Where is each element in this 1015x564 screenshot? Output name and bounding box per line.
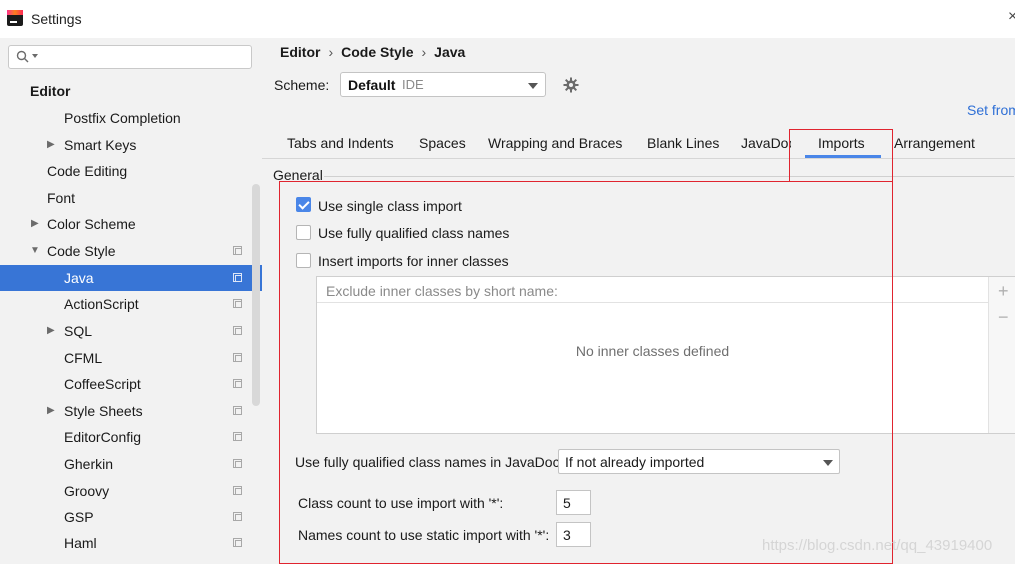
sidebar-item-label: Code Style bbox=[47, 243, 116, 259]
general-settings-highlight-box bbox=[279, 181, 893, 564]
project-scope-icon bbox=[233, 486, 242, 495]
scheme-dropdown[interactable]: Default IDE bbox=[340, 72, 546, 97]
sidebar-item-label: Haml bbox=[64, 535, 97, 551]
scheme-ide-tag: IDE bbox=[402, 77, 424, 92]
sidebar-item-gsp[interactable]: GSP bbox=[0, 504, 262, 530]
sidebar-item-label: CFML bbox=[64, 350, 103, 366]
sidebar-item-coffeescript[interactable]: CoffeeScript bbox=[0, 371, 262, 397]
project-scope-icon bbox=[233, 406, 242, 415]
sidebar-scrollbar[interactable] bbox=[252, 184, 260, 406]
sidebar-item-cfml[interactable]: CFML bbox=[0, 345, 262, 371]
tab-spaces[interactable]: Spaces bbox=[419, 135, 466, 151]
scheme-value: Default bbox=[348, 77, 396, 93]
settings-search-input[interactable] bbox=[8, 45, 252, 69]
close-icon[interactable]: × bbox=[1008, 8, 1015, 26]
breadcrumb-item: Java bbox=[434, 44, 466, 60]
sidebar-item-label: Color Scheme bbox=[47, 216, 136, 232]
breadcrumb-item: Editor bbox=[280, 44, 321, 60]
sidebar-item-label: CoffeeScript bbox=[64, 376, 141, 392]
search-options-chevron-icon[interactable] bbox=[32, 54, 38, 58]
project-scope-icon bbox=[233, 246, 242, 255]
sidebar-item-editor[interactable]: Editor bbox=[0, 78, 262, 104]
sidebar-item-label: GSP bbox=[64, 509, 94, 525]
chevron-down-icon bbox=[528, 83, 538, 89]
tab-javadoc[interactable]: JavaDoc bbox=[741, 135, 791, 151]
set-from-link[interactable]: Set from... bbox=[967, 102, 1015, 118]
sidebar-item-label: Gherkin bbox=[64, 456, 114, 472]
project-scope-icon bbox=[233, 538, 242, 547]
sidebar-item-gherkin[interactable]: Gherkin bbox=[0, 451, 262, 477]
chevron-right-icon[interactable]: ▶ bbox=[47, 318, 55, 344]
sidebar-item-editorconfig[interactable]: EditorConfig bbox=[0, 424, 262, 450]
sidebar-item-smart-keys[interactable]: ▶ Smart Keys bbox=[0, 132, 262, 158]
scheme-label: Scheme: bbox=[274, 77, 330, 93]
project-scope-icon bbox=[233, 459, 242, 468]
project-scope-icon bbox=[233, 299, 242, 308]
sidebar-item-label: Style Sheets bbox=[64, 403, 143, 419]
title-bar: Settings × bbox=[0, 0, 1015, 39]
sidebar-item-label: Postfix Completion bbox=[64, 110, 181, 126]
tab-blank-lines[interactable]: Blank Lines bbox=[647, 135, 719, 151]
project-scope-icon bbox=[233, 326, 242, 335]
sidebar-item-label: Groovy bbox=[64, 483, 110, 499]
sidebar-item-java[interactable]: Java bbox=[0, 265, 262, 291]
breadcrumb-separator: › bbox=[328, 44, 334, 60]
sidebar-item-label: EditorConfig bbox=[64, 429, 142, 445]
breadcrumb: Editor › Code Style › Java bbox=[280, 44, 471, 60]
chevron-down-icon[interactable]: ▼ bbox=[30, 238, 40, 264]
project-scope-icon bbox=[233, 512, 242, 521]
sidebar-item-label: SQL bbox=[64, 323, 93, 339]
breadcrumb-separator: › bbox=[421, 44, 427, 60]
sidebar-item-groovy[interactable]: Groovy bbox=[0, 478, 262, 504]
chevron-right-icon[interactable]: ▶ bbox=[47, 398, 55, 424]
sidebar-item-haml[interactable]: Haml bbox=[0, 530, 262, 556]
project-scope-icon bbox=[233, 379, 242, 388]
project-scope-icon bbox=[233, 432, 242, 441]
gear-icon[interactable] bbox=[563, 77, 579, 93]
sidebar-item-postfix-completion[interactable]: Postfix Completion bbox=[0, 105, 262, 131]
sidebar-item-sql[interactable]: ▶ SQL bbox=[0, 318, 262, 344]
sidebar-item-label: Java bbox=[64, 270, 94, 286]
tab-tabs-and-indents[interactable]: Tabs and Indents bbox=[287, 135, 394, 151]
sidebar-item-label: Editor bbox=[30, 83, 71, 99]
intellij-app-icon bbox=[7, 10, 23, 26]
sidebar-item-label: Smart Keys bbox=[64, 137, 137, 153]
sidebar-item-style-sheets[interactable]: ▶ Style Sheets bbox=[0, 398, 262, 424]
remove-icon[interactable]: − bbox=[998, 307, 1009, 328]
search-icon bbox=[16, 50, 29, 63]
window-title: Settings bbox=[31, 11, 82, 27]
breadcrumb-item: Code Style bbox=[341, 44, 414, 60]
section-divider bbox=[324, 176, 1014, 177]
chevron-right-icon[interactable]: ▶ bbox=[31, 211, 39, 237]
sidebar-item-code-editing[interactable]: Code Editing bbox=[0, 158, 262, 184]
tab-arrangement[interactable]: Arrangement bbox=[894, 135, 975, 151]
project-scope-icon bbox=[233, 353, 242, 362]
sidebar-item-label: Code Editing bbox=[47, 163, 128, 179]
add-icon[interactable]: + bbox=[998, 281, 1009, 302]
list-toolbar: + − bbox=[988, 277, 1015, 433]
project-scope-icon bbox=[233, 273, 242, 282]
sidebar-item-actionscript[interactable]: ActionScript bbox=[0, 291, 262, 317]
sidebar-item-label: ActionScript bbox=[64, 296, 139, 312]
sidebar-item-color-scheme[interactable]: ▶ Color Scheme bbox=[0, 211, 262, 237]
sidebar-item-code-style[interactable]: ▼ Code Style bbox=[0, 238, 262, 264]
code-style-tabs: Tabs and Indents Spaces Wrapping and Bra… bbox=[262, 130, 1015, 158]
sidebar-item-label: Font bbox=[47, 190, 76, 206]
chevron-right-icon[interactable]: ▶ bbox=[47, 132, 55, 158]
tabs-divider bbox=[262, 158, 1015, 159]
tab-wrapping-and-braces[interactable]: Wrapping and Braces bbox=[488, 135, 622, 151]
watermark: https://blog.csdn.net/qq_43919400 bbox=[762, 537, 993, 554]
sidebar-item-font[interactable]: Font bbox=[0, 185, 262, 211]
imports-tab-highlight-box bbox=[789, 129, 893, 182]
